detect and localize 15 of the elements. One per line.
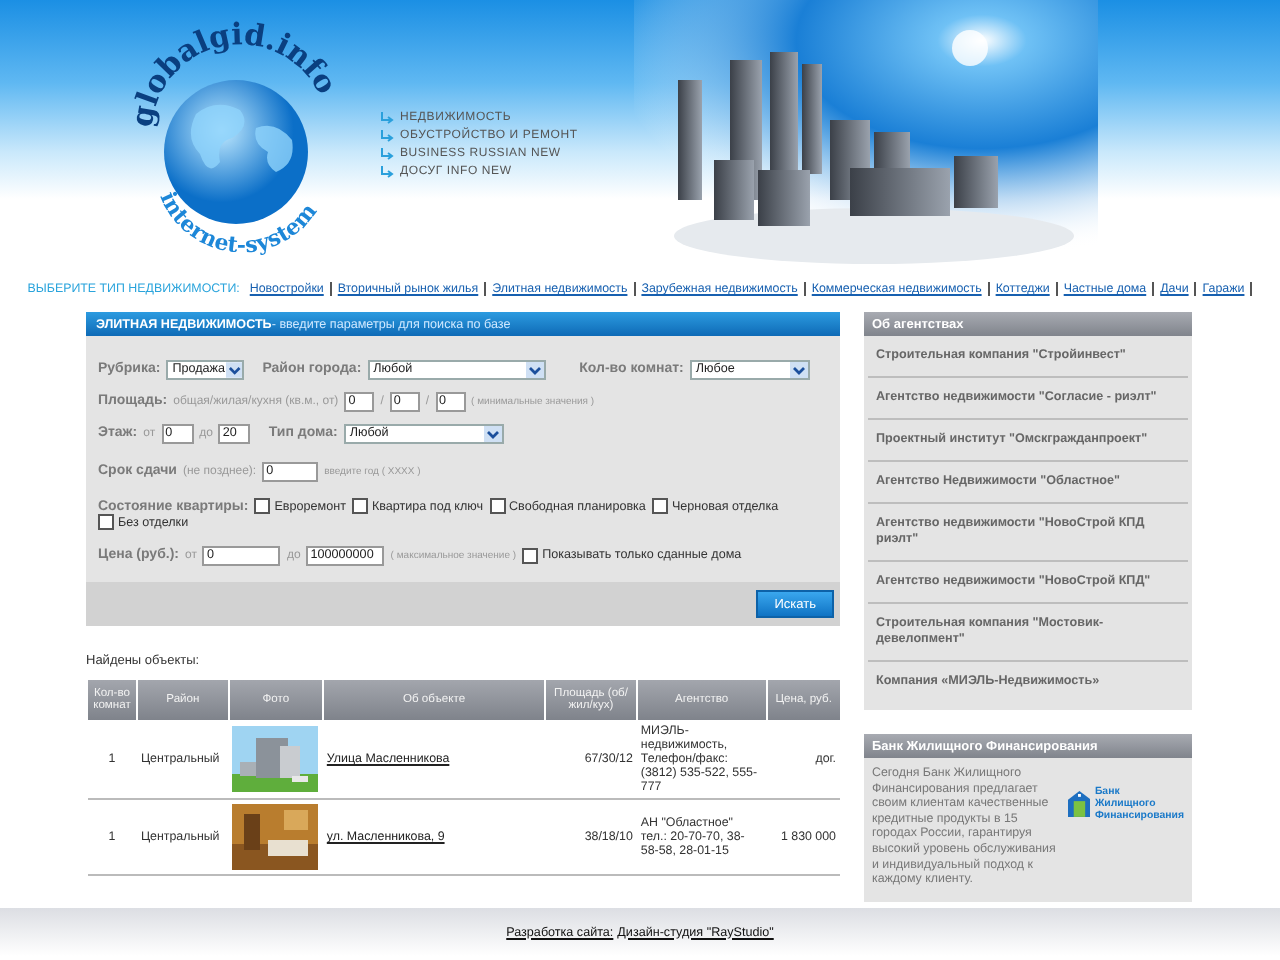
arrow-icon — [380, 130, 394, 142]
checkbox[interactable] — [351, 498, 368, 514]
caret-icon — [225, 361, 243, 377]
arrow-icon — [380, 148, 394, 160]
caret-icon — [483, 425, 502, 441]
caret-icon — [525, 361, 544, 377]
house-icon — [1068, 786, 1091, 822]
checkbox[interactable] — [489, 498, 505, 514]
arrow-icon — [380, 166, 394, 178]
checkbox[interactable] — [254, 498, 271, 514]
checkbox[interactable] — [651, 498, 668, 514]
arrow-icon — [380, 112, 394, 124]
checkbox[interactable] — [98, 514, 114, 530]
checkbox[interactable] — [522, 547, 539, 563]
caret-icon — [789, 361, 808, 377]
